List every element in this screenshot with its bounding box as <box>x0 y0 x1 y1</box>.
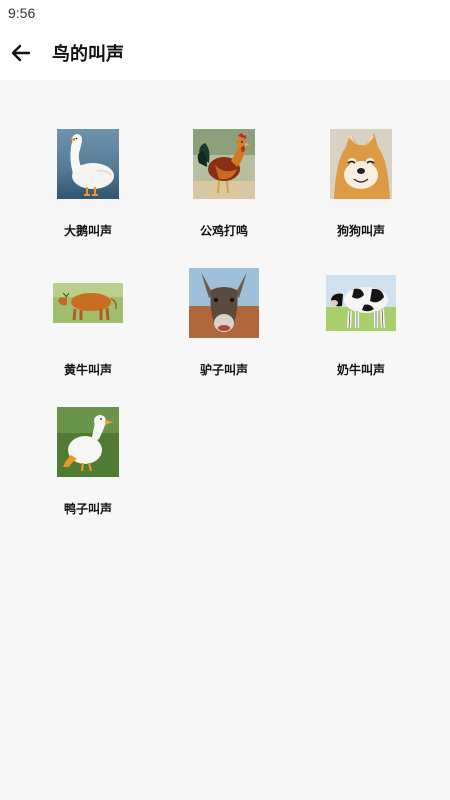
goose-thumbnail <box>28 122 148 206</box>
sound-item-label: 狗狗叫声 <box>336 224 385 238</box>
donkey-image <box>189 268 259 338</box>
sound-item-dairy-cow[interactable]: 奶牛叫声 <box>301 261 421 387</box>
sound-item-yellow-cow[interactable]: 黄牛叫声 <box>28 261 148 387</box>
status-bar: 9:56 <box>0 0 450 26</box>
page-title: 鸟的叫声 <box>52 44 124 65</box>
sound-item-duck[interactable]: 鸭子叫声 <box>28 400 148 526</box>
sound-item-label: 黄牛叫声 <box>63 363 112 377</box>
goose-image <box>57 129 119 199</box>
sound-item-label: 鸭子叫声 <box>63 502 112 516</box>
sound-item-label: 驴子叫声 <box>199 363 248 377</box>
sound-grid: 大鹅叫声 公鸡打鸣 狗狗叫声 黄牛叫声 驴子叫声 奶牛叫声 鸭子叫声 <box>0 80 450 800</box>
sound-item-donkey[interactable]: 驴子叫声 <box>164 261 284 387</box>
duck-image <box>57 407 119 477</box>
dog-thumbnail <box>301 122 421 206</box>
status-time: 9:56 <box>8 5 36 21</box>
app-bar: 鸟的叫声 <box>0 26 450 80</box>
sound-item-label: 大鹅叫声 <box>63 224 112 238</box>
back-button[interactable] <box>6 38 36 68</box>
rooster-image <box>193 129 255 199</box>
arrow-back-icon <box>11 44 31 62</box>
donkey-thumbnail <box>164 261 284 345</box>
sound-item-label: 奶牛叫声 <box>336 363 385 377</box>
duck-thumbnail <box>28 400 148 484</box>
sound-item-label: 公鸡打鸣 <box>199 224 248 238</box>
dairy-cow-thumbnail <box>301 261 421 345</box>
rooster-thumbnail <box>164 122 284 206</box>
sound-item-goose[interactable]: 大鹅叫声 <box>28 122 148 248</box>
sound-item-rooster[interactable]: 公鸡打鸣 <box>164 122 284 248</box>
yellow-cow-thumbnail <box>28 261 148 345</box>
dog-image <box>330 129 392 199</box>
yellow-cow-image <box>53 283 123 323</box>
dairy-cow-image <box>326 275 396 331</box>
sound-item-dog[interactable]: 狗狗叫声 <box>301 122 421 248</box>
